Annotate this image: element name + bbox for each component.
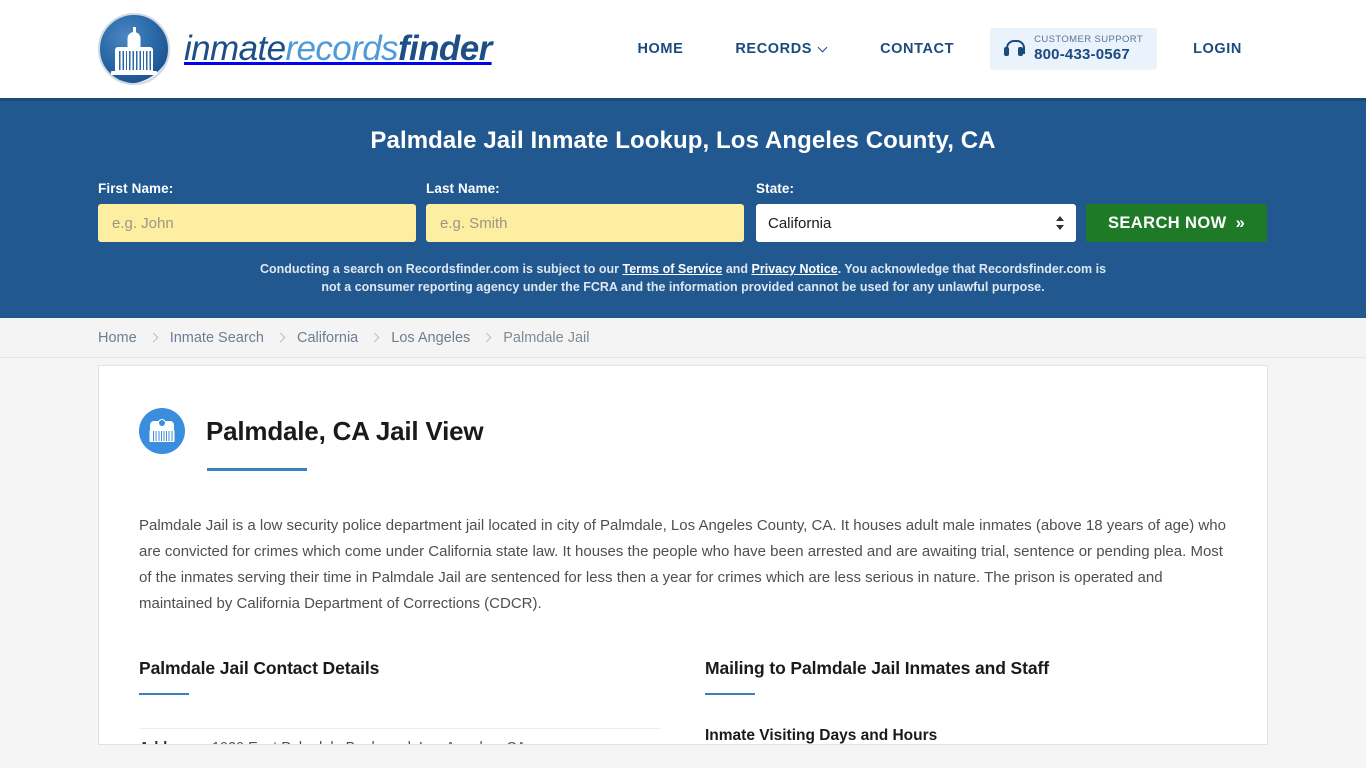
brand-part-inmate: inmate <box>184 29 286 68</box>
chevron-right-icon <box>369 332 380 343</box>
first-name-input[interactable] <box>98 204 416 242</box>
breadcrumb-item-home[interactable]: Home <box>98 330 137 346</box>
support-text: CUSTOMER SUPPORT 800-433-0567 <box>1034 33 1144 63</box>
chevron-right-icon <box>148 332 159 343</box>
contact-details-column: Palmdale Jail Contact Details Address: 10… <box>139 658 661 745</box>
headset-icon <box>1004 39 1026 58</box>
site-header: inmaterecordsfinder HOME RECORDS CONTACT… <box>0 0 1366 98</box>
first-name-label: First Name: <box>98 181 174 196</box>
jail-detail-card: Palmdale, CA Jail View Palmdale Jail is … <box>98 365 1268 746</box>
brand-part-finder: finder <box>397 29 492 68</box>
chevron-down-icon <box>819 44 828 53</box>
chevron-right-icon <box>481 332 492 343</box>
address-row: Address: 1020 East Palmdale Boulevard, Lo… <box>139 728 661 745</box>
breadcrumb: Home Inmate Search California Los Angele… <box>0 318 1366 359</box>
state-label: State: <box>756 181 795 196</box>
terms-of-service-link[interactable]: Terms of Service <box>623 262 723 276</box>
capitol-building-icon <box>98 13 170 85</box>
breadcrumb-item-los-angeles[interactable]: Los Angeles <box>391 330 470 346</box>
last-name-input[interactable] <box>426 204 744 242</box>
search-now-label: SEARCH NOW <box>1108 213 1227 232</box>
contact-accent-underline <box>139 693 189 696</box>
support-label: CUSTOMER SUPPORT <box>1034 33 1144 45</box>
privacy-notice-link[interactable]: Privacy Notice <box>752 262 838 276</box>
first-name-field-group: First Name: <box>98 181 416 242</box>
jail-building-icon <box>139 408 185 455</box>
site-logo[interactable]: inmaterecordsfinder <box>98 13 492 85</box>
nav-home-label: HOME <box>637 40 684 57</box>
search-disclaimer: Conducting a search on Recordsfinder.com… <box>255 260 1111 296</box>
customer-support-badge[interactable]: CUSTOMER SUPPORT 800-433-0567 <box>990 27 1158 71</box>
state-select-wrapper <box>756 204 1076 242</box>
address-value: 1020 East Palmdale Boulevard, Los Angele… <box>212 740 526 744</box>
last-name-field-group: Last Name: <box>426 181 744 242</box>
inmate-search-form: First Name: Last Name: State: SEARCH NOW… <box>98 181 1268 242</box>
state-select[interactable] <box>756 204 1076 242</box>
support-phone: 800-433-0567 <box>1034 45 1130 63</box>
mailing-accent-underline <box>705 693 755 696</box>
search-now-button[interactable]: SEARCH NOW » <box>1086 204 1268 242</box>
hero-search-banner: Palmdale Jail Inmate Lookup, Los Angeles… <box>0 98 1366 319</box>
last-name-label: Last Name: <box>426 181 500 196</box>
breadcrumb-item-palmdale-jail: Palmdale Jail <box>503 329 590 346</box>
jail-title-row: Palmdale, CA Jail View <box>139 408 1227 455</box>
double-chevron-right-icon: » <box>1235 213 1246 232</box>
nav-home[interactable]: HOME <box>611 41 709 57</box>
mailing-column: Mailing to Palmdale Jail Inmates and Sta… <box>705 658 1227 745</box>
jail-page-title: Palmdale, CA Jail View <box>206 415 484 446</box>
contact-details-heading: Palmdale Jail Contact Details <box>139 658 380 679</box>
brand-part-records: records <box>285 29 398 68</box>
state-field-group: State: <box>756 181 1076 242</box>
nav-records-label: RECORDS <box>735 40 813 57</box>
jail-description: Palmdale Jail is a low security police d… <box>139 517 1226 612</box>
mailing-heading: Mailing to Palmdale Jail Inmates and Sta… <box>705 658 1049 679</box>
nav-contact-label: CONTACT <box>880 40 955 57</box>
breadcrumb-item-california[interactable]: California <box>297 330 358 346</box>
page-content-wrapper: Palmdale, CA Jail View Palmdale Jail is … <box>0 365 1366 746</box>
nav-login[interactable]: LOGIN <box>1167 41 1268 57</box>
breadcrumb-item-inmate-search[interactable]: Inmate Search <box>170 330 264 346</box>
page-heading: Palmdale Jail Inmate Lookup, Los Angeles… <box>370 127 996 154</box>
disclaimer-part-2: and <box>722 262 752 276</box>
nav-records[interactable]: RECORDS <box>709 41 854 57</box>
detail-columns: Palmdale Jail Contact Details Address: 10… <box>139 658 1227 745</box>
nav-contact[interactable]: CONTACT <box>854 41 980 57</box>
disclaimer-part-1: Conducting a search on Recordsfinder.com… <box>259 262 623 276</box>
main-navigation: HOME RECORDS CONTACT CUSTOMER SUPPORT 80… <box>611 27 1268 71</box>
chevron-right-icon <box>275 332 286 343</box>
title-accent-underline <box>207 468 307 472</box>
nav-login-label: LOGIN <box>1193 40 1242 57</box>
visiting-hours-subheading: Inmate Visiting Days and Hours <box>705 727 938 745</box>
brand-wordmark: inmaterecordsfinder <box>184 29 492 69</box>
address-label: Address: <box>139 740 202 744</box>
